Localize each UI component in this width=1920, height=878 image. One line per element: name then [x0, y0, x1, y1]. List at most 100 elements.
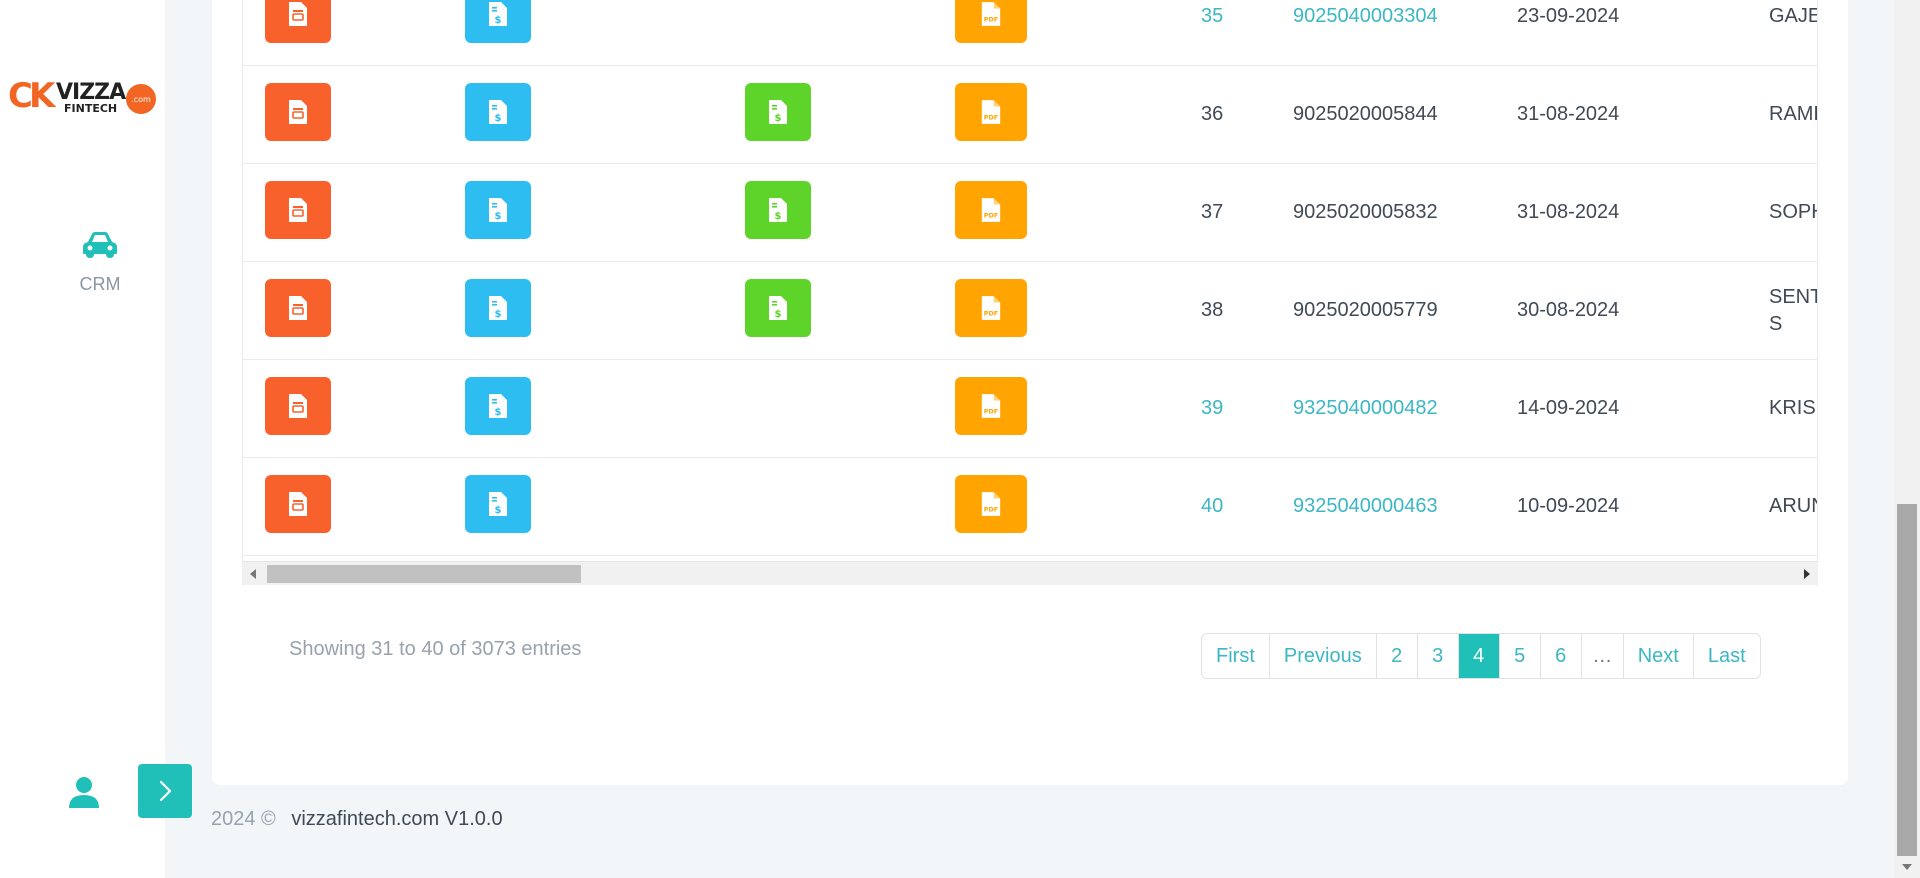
view-invoice-button[interactable]: $: [465, 377, 531, 435]
policy-number[interactable]: 9325040000482: [1293, 397, 1438, 420]
download-pdf-button[interactable]: PDF: [955, 279, 1027, 337]
page-last[interactable]: Last: [1694, 634, 1760, 678]
page-previous[interactable]: Previous: [1270, 634, 1377, 678]
view-document-button[interactable]: [265, 181, 331, 239]
view-document-button[interactable]: [265, 0, 331, 43]
payment-receipt-icon: $: [769, 100, 787, 124]
customer-name: KRISH: [1769, 397, 1817, 419]
download-pdf-button[interactable]: PDF: [955, 83, 1027, 141]
view-invoice-button[interactable]: $: [465, 181, 531, 239]
pdf-file-icon: PDF: [981, 2, 1001, 26]
svg-text:PDF: PDF: [984, 309, 998, 317]
footer: 2024 © vizzafintech.com V1.0.0: [211, 808, 503, 831]
policy-table: $ PDF 35 9025040003304 23-09-2024 GAJE $ $ PDF 36…: [242, 0, 1818, 586]
horizontal-scrollbar[interactable]: [242, 561, 1818, 585]
invoice-icon: $: [489, 2, 507, 26]
row-number: 38: [1201, 299, 1224, 321]
sidebar-item-label: CRM: [79, 274, 121, 294]
document-icon: [289, 296, 307, 320]
expand-sidebar-button[interactable]: [138, 764, 192, 818]
sidebar-item-crm[interactable]: CRM: [58, 230, 142, 310]
view-invoice-button[interactable]: $: [465, 475, 531, 533]
page-2[interactable]: 2: [1377, 634, 1418, 678]
svg-text:$: $: [775, 211, 782, 222]
view-invoice-button[interactable]: $: [465, 83, 531, 141]
invoice-icon: $: [489, 198, 507, 222]
view-invoice-button[interactable]: $: [465, 279, 531, 337]
view-receipt-button[interactable]: $: [745, 83, 811, 141]
customer-name: SOPH: [1769, 201, 1817, 223]
table-row: $ PDF 39 9325040000482 14-09-2024 KRISH: [243, 360, 1817, 458]
policy-number[interactable]: 9325040000463: [1293, 495, 1438, 518]
svg-text:$: $: [495, 309, 502, 320]
policy-date: 14-09-2024: [1517, 397, 1620, 419]
view-invoice-button[interactable]: $: [465, 0, 531, 43]
view-document-button[interactable]: [265, 83, 331, 141]
pdf-file-icon: PDF: [981, 100, 1001, 124]
svg-text:$: $: [495, 15, 502, 26]
user-icon[interactable]: [66, 774, 102, 810]
car-icon: [83, 232, 117, 258]
table-row: $ $ PDF 36 9025020005844 31-08-2024 RAME: [243, 66, 1817, 164]
download-pdf-button[interactable]: PDF: [955, 377, 1027, 435]
entries-info: Showing 31 to 40 of 3073 entries: [289, 638, 582, 660]
svg-text:$: $: [495, 407, 502, 418]
document-icon: [289, 198, 307, 222]
pagination: First Previous 2 3 4 5 6 … Next Last: [1201, 633, 1761, 679]
policy-number: 9025020005832: [1293, 201, 1438, 223]
row-number[interactable]: 39: [1201, 397, 1223, 420]
vertical-scrollbar[interactable]: [1894, 0, 1920, 878]
download-pdf-button[interactable]: PDF: [955, 181, 1027, 239]
document-icon: [289, 492, 307, 516]
page-first[interactable]: First: [1202, 634, 1270, 678]
sidebar: CK VIZZA FINTECH .com CRM: [0, 0, 165, 878]
page-3[interactable]: 3: [1418, 634, 1459, 678]
customer-name: ARUN: [1769, 495, 1817, 517]
vizza-fintech-logo[interactable]: CK VIZZA FINTECH .com: [8, 74, 156, 118]
scroll-left-icon[interactable]: [250, 569, 256, 579]
invoice-icon: $: [489, 394, 507, 418]
invoice-icon: $: [489, 492, 507, 516]
view-document-button[interactable]: [265, 377, 331, 435]
pdf-file-icon: PDF: [981, 394, 1001, 418]
page-5[interactable]: 5: [1500, 634, 1541, 678]
view-receipt-button[interactable]: $: [745, 279, 811, 337]
scroll-right-icon[interactable]: [1804, 569, 1810, 579]
view-document-button[interactable]: [265, 279, 331, 337]
table-row: $ $ PDF 37 9025020005832 31-08-2024 SOPH: [243, 164, 1817, 262]
svg-text:$: $: [775, 113, 782, 124]
svg-text:PDF: PDF: [984, 211, 998, 219]
download-pdf-button[interactable]: PDF: [955, 475, 1027, 533]
scrollbar-thumb[interactable]: [267, 565, 581, 583]
vertical-scrollbar-thumb[interactable]: [1897, 504, 1917, 856]
table-row: $ PDF 40 9325040000463 10-09-2024 ARUN: [243, 458, 1817, 556]
document-icon: [289, 100, 307, 124]
row-number[interactable]: 35: [1201, 5, 1223, 28]
document-icon: [289, 394, 307, 418]
customer-name: RAME: [1769, 103, 1817, 125]
download-pdf-button[interactable]: PDF: [955, 0, 1027, 43]
scroll-down-icon[interactable]: [1902, 864, 1912, 870]
payment-receipt-icon: $: [769, 198, 787, 222]
footer-site[interactable]: vizzafintech.com V1.0.0: [291, 808, 502, 830]
svg-text:$: $: [495, 505, 502, 516]
table-row: $ PDF 35 9025040003304 23-09-2024 GAJE: [243, 0, 1817, 66]
customer-name-line2: S: [1769, 313, 1783, 335]
page-6[interactable]: 6: [1541, 634, 1582, 678]
view-receipt-button[interactable]: $: [745, 181, 811, 239]
svg-text:$: $: [495, 211, 502, 222]
policy-number[interactable]: 9025040003304: [1293, 5, 1438, 28]
pdf-file-icon: PDF: [981, 198, 1001, 222]
view-document-button[interactable]: [265, 475, 331, 533]
document-icon: [289, 2, 307, 26]
pdf-file-icon: PDF: [981, 492, 1001, 516]
page-next[interactable]: Next: [1624, 634, 1694, 678]
svg-text:PDF: PDF: [984, 407, 998, 415]
invoice-icon: $: [489, 296, 507, 320]
row-number[interactable]: 40: [1201, 495, 1223, 518]
policy-number: 9025020005844: [1293, 103, 1438, 125]
logo-badge: .com: [126, 84, 156, 114]
chevron-right-icon: [159, 780, 172, 802]
page-4-active[interactable]: 4: [1458, 634, 1500, 678]
policy-date: 31-08-2024: [1517, 201, 1620, 223]
